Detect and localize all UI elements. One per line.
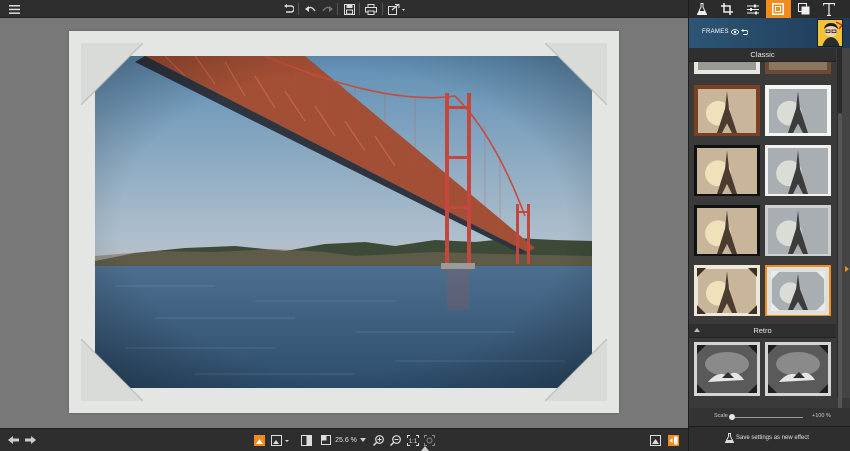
frame-thumbnail[interactable] [765,62,831,74]
frame-thumbnail[interactable] [694,145,760,196]
save-icon[interactable] [342,0,356,18]
frame-thumbnail[interactable] [765,85,831,136]
frames-icon[interactable] [765,0,791,18]
arrow-left-icon[interactable] [7,429,19,451]
panel-title-text: FRAMES [702,29,729,35]
top-toolbar [0,0,688,18]
save-settings-button[interactable]: Save settings as new effect [689,426,850,451]
zoom-value[interactable]: 25.6 % [335,437,357,444]
retro-frame-thumbnail[interactable] [765,342,831,396]
panel-toggle-icon[interactable] [667,429,679,451]
crop-icon[interactable] [715,0,741,18]
zoom-dropdown-icon[interactable] [359,438,366,442]
section-retro-label: Retro [753,326,772,335]
photo-corner-top-right [545,43,607,105]
actual-size-icon[interactable]: 1:1 [406,429,419,451]
frame-thumbnail[interactable] [694,85,760,136]
arrow-right-icon[interactable] [24,429,36,451]
frame-thumbnail[interactable] [765,145,831,196]
expand-arrow-icon[interactable] [845,266,849,272]
snapshot-icon[interactable] [649,429,661,451]
section-retro[interactable]: Retro [689,324,836,338]
reset-icon[interactable] [741,29,748,35]
photo-corner-bottom-right [545,339,607,401]
section-classic[interactable]: Classic [689,48,836,62]
retro-frame-thumbnail[interactable] [694,342,760,396]
frame-thumbnail[interactable] [694,205,760,256]
svg-text:1:1: 1:1 [408,439,417,445]
export-icon[interactable] [387,0,407,18]
fit-view-icon[interactable] [253,429,265,451]
flask-save-icon [725,433,734,443]
zoom-in-icon[interactable] [372,429,385,451]
bottom-toolbar: 25.6 % 1:1 [0,428,688,451]
right-panel: FRAMES Classic Retro Scale +100 % Save s… [688,0,850,451]
panel-tabs [689,0,850,18]
text-icon[interactable] [817,0,843,18]
flask-icon[interactable] [689,0,715,18]
avatar [817,19,843,47]
rotate-left-icon[interactable] [281,0,295,18]
zoom-out-icon[interactable] [389,429,402,451]
sliders-icon[interactable] [740,0,766,18]
collapse-arrow-icon[interactable] [421,446,429,451]
eye-icon[interactable] [731,29,739,35]
frame-thumbnail[interactable] [694,265,760,316]
scale-value: +100 % [812,413,831,419]
panel-title: FRAMES [702,29,729,35]
photo-frame [69,31,619,413]
save-settings-label: Save settings as new effect [736,435,809,441]
panel-edge [842,48,850,398]
classic-thumbnails [689,62,836,322]
frame-thumbnail[interactable] [694,62,760,74]
zoom-box-icon[interactable] [321,435,332,445]
collapse-triangle-icon [694,328,700,332]
photo-corner-top-left [81,43,143,105]
print-icon[interactable] [364,0,378,18]
photo-corner-bottom-left [81,339,143,401]
photo-image [95,56,592,388]
scale-control: Scale +100 % [689,408,850,426]
app-window: 25.6 % 1:1 FRAMES Classic Retro Scale +1… [0,0,850,451]
image-view-icon[interactable] [270,429,292,451]
panel-header: FRAMES [689,18,850,48]
scale-slider-knob[interactable] [729,414,735,420]
frame-thumbnail-selected[interactable] [765,265,831,316]
undo-icon[interactable] [303,0,317,18]
scale-slider-track[interactable] [731,417,803,418]
image-canvas[interactable] [0,18,688,428]
zoom-control: 25.6 % [321,429,366,451]
layers-icon[interactable] [791,0,817,18]
scale-label: Scale [714,413,728,419]
frame-thumbnail[interactable] [765,205,831,256]
menu-icon[interactable] [6,0,22,18]
section-classic-label: Classic [750,50,775,59]
compare-icon[interactable] [300,429,312,451]
redo-icon[interactable] [320,0,334,18]
